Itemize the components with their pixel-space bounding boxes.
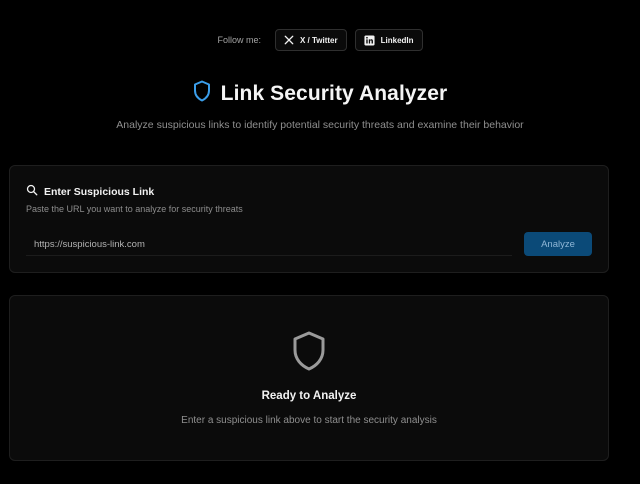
- twitter-label: X / Twitter: [299, 35, 338, 45]
- analyze-button[interactable]: Analyze: [524, 232, 592, 256]
- results-panel: Ready to Analyze Enter a suspicious link…: [9, 295, 609, 461]
- follow-label: Follow me:: [217, 35, 261, 45]
- x-logo-icon: [284, 35, 294, 45]
- page: Follow me: X / Twitter LinkedIn Link Sec…: [0, 0, 640, 484]
- follow-bar: Follow me: X / Twitter LinkedIn: [0, 29, 640, 51]
- link-input-card: Enter Suspicious Link Paste the URL you …: [9, 165, 609, 273]
- shield-icon: [193, 80, 211, 107]
- page-title: Link Security Analyzer: [220, 81, 448, 105]
- card-header: Enter Suspicious Link: [26, 183, 154, 201]
- empty-state-description: Enter a suspicious link above to start t…: [181, 415, 437, 426]
- linkedin-logo-icon: [364, 34, 375, 46]
- empty-state-title: Ready to Analyze: [261, 390, 357, 402]
- page-subtitle: Analyze suspicious links to identify pot…: [116, 119, 524, 131]
- url-input[interactable]: [26, 233, 512, 256]
- search-icon: [26, 183, 38, 201]
- linkedin-button[interactable]: LinkedIn: [354, 29, 423, 51]
- card-title: Enter Suspicious Link: [44, 186, 155, 198]
- linkedin-label: LinkedIn: [380, 35, 414, 45]
- twitter-button[interactable]: X / Twitter: [274, 29, 347, 51]
- shield-icon: [291, 330, 327, 377]
- card-description: Paste the URL you want to analyze for se…: [26, 204, 243, 214]
- page-header: Link Security Analyzer: [0, 80, 640, 107]
